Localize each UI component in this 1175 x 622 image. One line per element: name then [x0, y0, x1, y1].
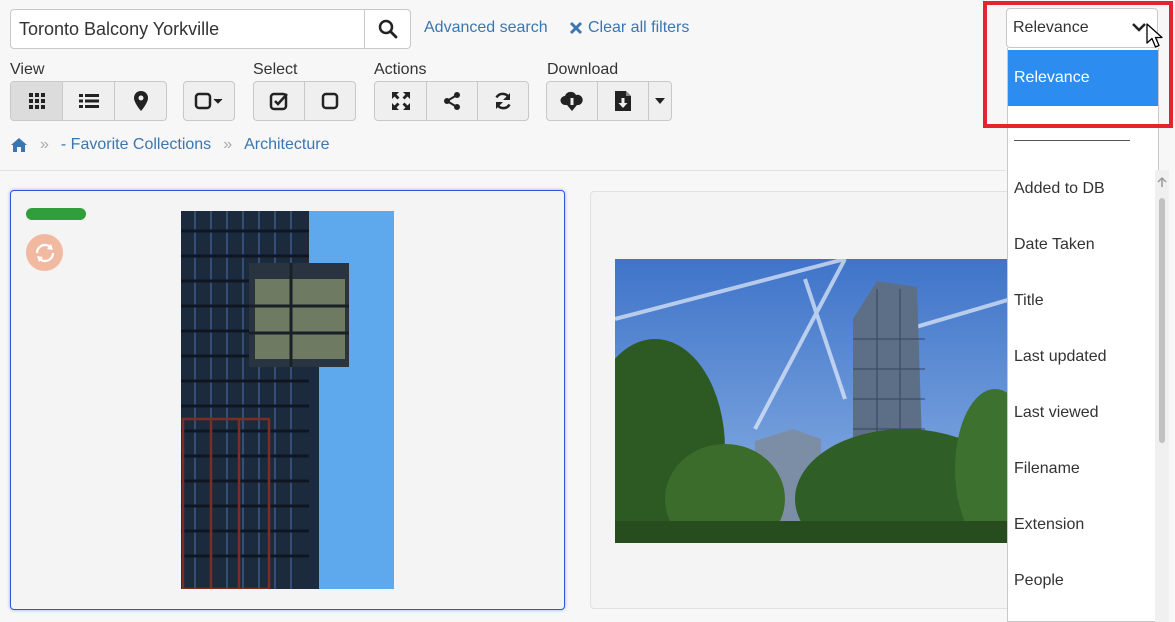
sync-badge[interactable]	[26, 234, 63, 271]
view-button-group	[10, 81, 167, 121]
sort-option-label: Title	[1014, 292, 1044, 309]
download-button-group	[546, 81, 672, 121]
breadcrumb: » - Favorite Collections » Architecture	[10, 136, 329, 154]
menu-separator	[1014, 140, 1130, 141]
sort-option-last-updated[interactable]: Last updated	[1008, 329, 1158, 385]
view-label: View	[10, 61, 45, 78]
sort-option-label: Filename	[1014, 460, 1080, 477]
mouse-cursor-icon	[1146, 23, 1163, 48]
list-icon	[78, 94, 99, 108]
refresh-button[interactable]	[478, 82, 528, 120]
map-view-button[interactable]	[115, 82, 166, 120]
sync-icon	[35, 243, 54, 262]
asset-card-selected[interactable]	[10, 190, 565, 610]
download-file-button[interactable]	[598, 82, 649, 120]
thumbnail-size-button[interactable]	[184, 82, 234, 120]
file-download-icon	[615, 91, 631, 111]
sort-option-label: People	[1014, 572, 1064, 589]
download-cloud-button[interactable]	[547, 82, 598, 120]
sort-option-label: Last viewed	[1014, 404, 1099, 421]
sort-option-label: Date Taken	[1014, 236, 1095, 253]
select-none-button[interactable]	[305, 82, 355, 120]
sort-option-filename[interactable]: Filename	[1008, 441, 1158, 497]
dropdown-scrollbar[interactable]	[1155, 170, 1169, 622]
sort-option-added-to-db[interactable]: Added to DB	[1008, 161, 1158, 217]
sort-option-people[interactable]: People	[1008, 553, 1158, 609]
home-icon[interactable]	[10, 137, 28, 153]
close-icon	[569, 21, 583, 35]
breadcrumb-architecture[interactable]: Architecture	[244, 136, 329, 154]
thumbnail-size-dropdown[interactable]	[183, 81, 235, 121]
sort-option-title[interactable]: Title	[1008, 273, 1158, 329]
refresh-icon	[495, 92, 511, 110]
advanced-search-link[interactable]: Advanced search	[424, 19, 548, 37]
search-input[interactable]: Toronto Balcony Yorkville	[10, 9, 365, 49]
skyline-thumbnail-image[interactable]	[615, 259, 1011, 543]
caret-down-icon	[655, 98, 665, 104]
map-pin-icon	[133, 91, 148, 111]
sort-option-label: Extension	[1014, 516, 1085, 533]
grid-icon	[28, 93, 45, 109]
share-button[interactable]	[427, 82, 478, 120]
search-icon	[378, 19, 397, 39]
sort-option-label: Last updated	[1014, 348, 1107, 365]
checkbox-checked-icon	[269, 92, 288, 111]
clear-filters-link[interactable]: Clear all filters	[569, 19, 689, 37]
divider	[0, 170, 1006, 171]
status-indicator	[26, 208, 86, 220]
scroll-up-arrow-icon[interactable]	[1157, 176, 1167, 188]
highlight-box	[983, 1, 1173, 128]
asset-card[interactable]	[590, 191, 1011, 609]
sort-dropdown-menu: Relevance Added to DB Date Taken Title L…	[1007, 48, 1159, 622]
clear-filters-label: Clear all filters	[588, 19, 690, 36]
sort-option-date-taken[interactable]: Date Taken	[1008, 217, 1158, 273]
select-button-group	[253, 81, 356, 121]
scrollbar-thumb[interactable]	[1159, 198, 1165, 443]
select-label: Select	[253, 61, 298, 78]
expand-icon	[391, 92, 410, 110]
sort-option-label: Added to DB	[1014, 180, 1105, 197]
advanced-search-label: Advanced search	[424, 19, 548, 36]
checkbox-empty-icon	[321, 92, 339, 110]
list-view-button[interactable]	[63, 82, 115, 120]
square-icon	[194, 92, 223, 110]
share-icon	[444, 92, 460, 110]
breadcrumb-separator-icon: »	[40, 136, 49, 153]
actions-button-group	[374, 81, 529, 121]
actions-label: Actions	[374, 61, 427, 78]
breadcrumb-favorite-collections[interactable]: - Favorite Collections	[61, 136, 211, 154]
cloud-download-icon	[560, 91, 583, 111]
download-options-button[interactable]	[649, 82, 671, 120]
download-label: Download	[547, 61, 619, 78]
select-all-button[interactable]	[254, 82, 305, 120]
sort-option-extension[interactable]: Extension	[1008, 497, 1158, 553]
grid-view-button[interactable]	[11, 82, 63, 120]
fullscreen-button[interactable]	[375, 82, 427, 120]
search-input-value: Toronto Balcony Yorkville	[19, 18, 220, 39]
sort-option-last-viewed[interactable]: Last viewed	[1008, 385, 1158, 441]
breadcrumb-separator-icon: »	[223, 136, 233, 153]
search-button[interactable]	[364, 9, 411, 49]
building-thumbnail-image[interactable]	[181, 211, 394, 589]
